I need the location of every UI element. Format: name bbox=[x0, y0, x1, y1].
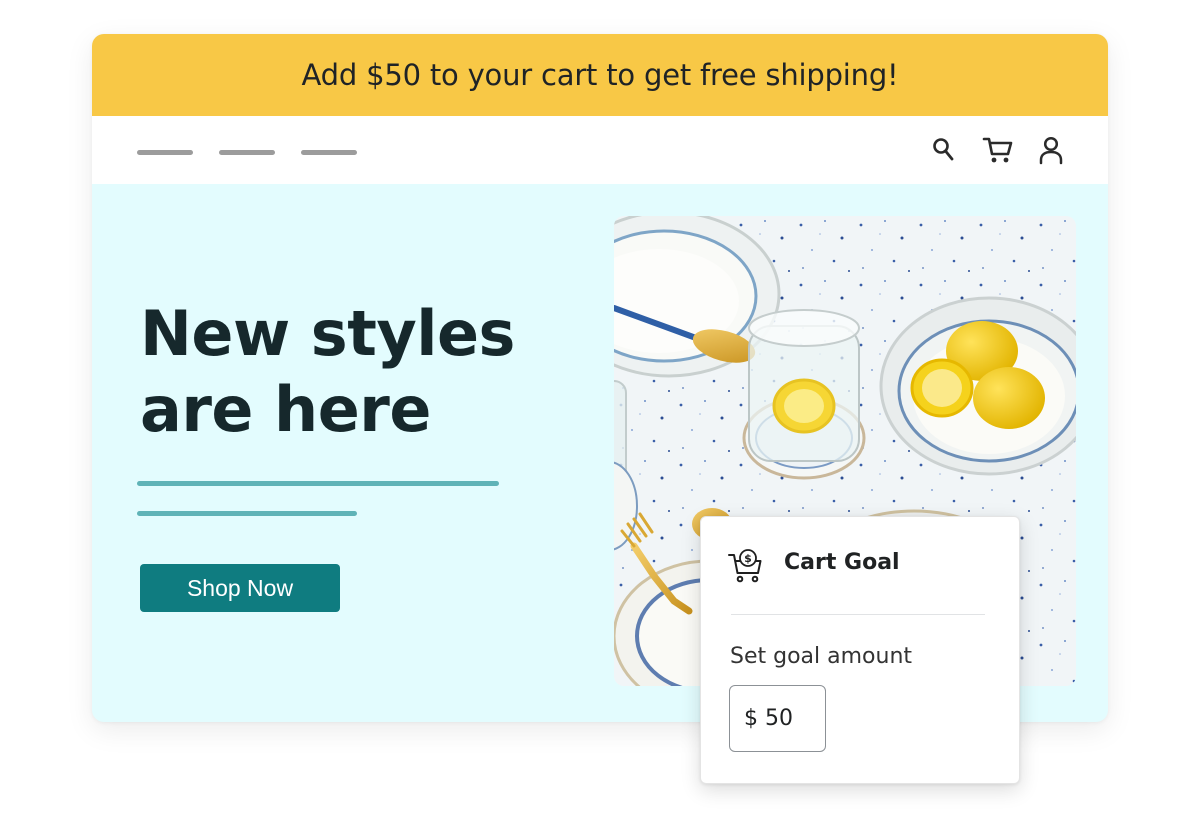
navigation-bar bbox=[92, 116, 1108, 184]
text-placeholder-line bbox=[137, 511, 357, 516]
svg-text:$: $ bbox=[744, 552, 752, 565]
nav-menu-placeholder[interactable] bbox=[137, 150, 193, 155]
text-placeholder-line bbox=[137, 481, 499, 486]
currency-symbol: $ bbox=[744, 706, 758, 731]
announcement-text: Add $50 to your cart to get free shippin… bbox=[301, 58, 899, 92]
goal-amount-input[interactable]: $ 50 bbox=[729, 685, 826, 752]
hero-title: New styles are here bbox=[140, 297, 515, 446]
shop-now-button[interactable]: Shop Now bbox=[140, 564, 340, 612]
cart-dollar-icon: $ bbox=[728, 549, 762, 583]
goal-amount-label: Set goal amount bbox=[730, 644, 913, 669]
search-icon[interactable] bbox=[927, 133, 961, 167]
goal-amount-value: 50 bbox=[765, 706, 793, 731]
cart-goal-title: Cart Goal bbox=[784, 550, 900, 575]
announcement-bar: Add $50 to your cart to get free shippin… bbox=[92, 34, 1108, 116]
cart-goal-panel: $ Cart Goal Set goal amount $ 50 bbox=[700, 516, 1020, 784]
divider bbox=[731, 614, 985, 615]
nav-menu-placeholder[interactable] bbox=[301, 150, 357, 155]
user-icon[interactable] bbox=[1034, 133, 1068, 167]
nav-menu-placeholder[interactable] bbox=[219, 150, 275, 155]
cart-icon[interactable] bbox=[981, 133, 1015, 167]
